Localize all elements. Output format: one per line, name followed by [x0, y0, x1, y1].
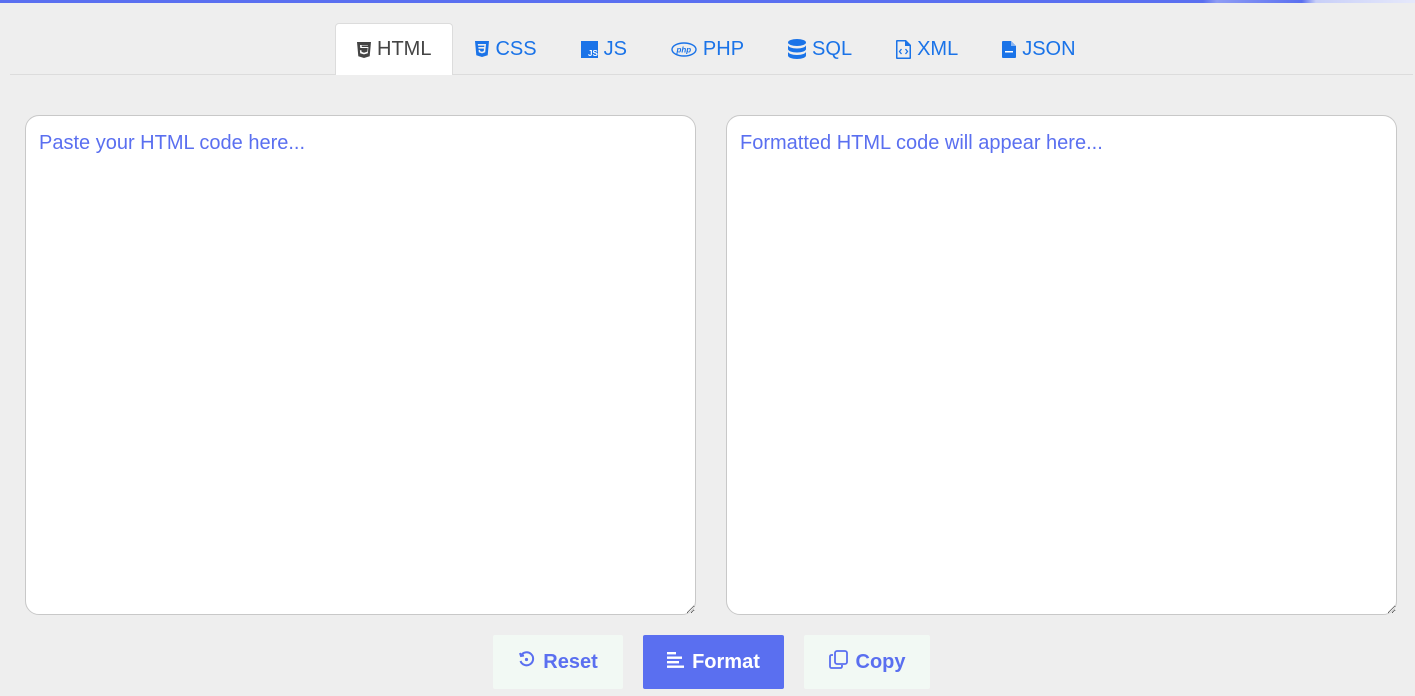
reset-button[interactable]: Reset — [493, 635, 623, 689]
svg-text:php: php — [675, 45, 691, 54]
file-code-icon — [896, 39, 912, 59]
tab-js[interactable]: JS JS — [559, 23, 649, 74]
tab-html[interactable]: HTML — [335, 23, 454, 75]
language-tabs-bar: HTML CSS JS JS php PHP SQL XML JSON — [10, 23, 1413, 75]
tab-json[interactable]: JSON — [980, 23, 1097, 74]
svg-text:JS: JS — [588, 49, 598, 58]
align-left-icon — [667, 651, 685, 674]
copy-label: Copy — [855, 650, 906, 673]
tab-label: XML — [917, 37, 959, 60]
database-icon — [788, 39, 807, 59]
reset-icon — [518, 650, 535, 674]
format-label: Format — [692, 650, 760, 673]
css3-icon — [475, 41, 490, 57]
tab-label: SQL — [812, 37, 853, 60]
code-input-textarea[interactable] — [25, 115, 696, 615]
tab-php[interactable]: php PHP — [649, 23, 766, 74]
php-icon: php — [671, 41, 697, 57]
language-tabs: HTML CSS JS JS php PHP SQL XML JSON — [335, 23, 1098, 75]
html5-icon — [357, 41, 371, 58]
copy-icon — [828, 649, 848, 675]
reset-label: Reset — [543, 650, 598, 673]
copy-button[interactable]: Copy — [804, 635, 930, 689]
top-accent-bar — [0, 0, 1415, 3]
js-icon: JS — [580, 40, 598, 58]
tab-label: PHP — [702, 37, 745, 60]
tab-sql[interactable]: SQL — [766, 23, 874, 74]
formatted-output-textarea[interactable] — [726, 115, 1397, 615]
tab-label: CSS — [495, 37, 537, 60]
file-json-icon — [1002, 40, 1017, 58]
format-button[interactable]: Format — [643, 635, 784, 689]
tab-css[interactable]: CSS — [453, 23, 558, 74]
tab-label: HTML — [377, 38, 432, 60]
tab-xml[interactable]: XML — [874, 23, 980, 74]
tab-label: JS — [603, 37, 627, 60]
tab-label: JSON — [1022, 37, 1076, 60]
